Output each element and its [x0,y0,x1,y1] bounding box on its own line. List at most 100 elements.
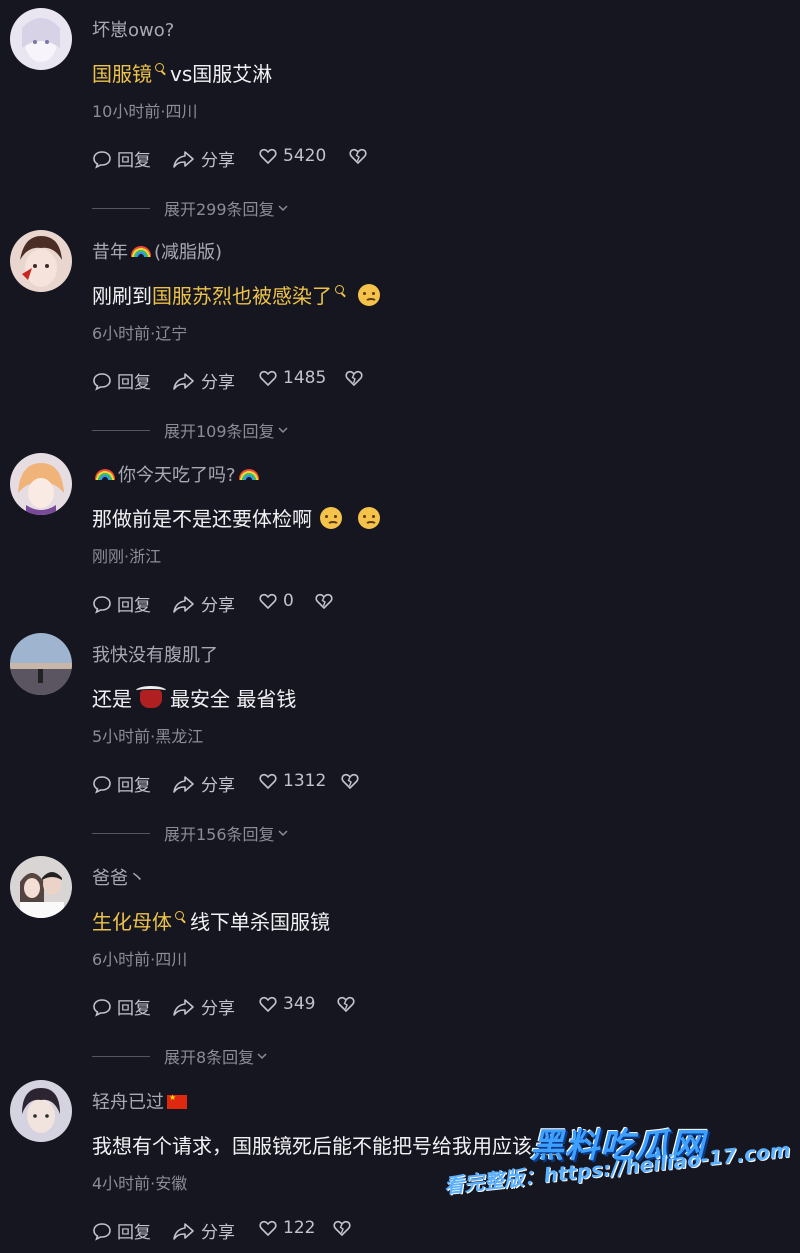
avatar[interactable] [10,1080,72,1142]
chevron-down-icon [278,427,288,434]
expand-replies-button[interactable]: 展开156条回复 [92,821,291,845]
username[interactable]: 爸爸丶 [92,864,146,890]
comment-meta: 6小时前·四川 [92,950,188,969]
comment-item: 爸爸丶 生化母体 线下单杀国服镜 6小时前·四川 回复 分享 349 展开8条回复 [0,856,800,1068]
dislike-button[interactable] [332,1218,357,1238]
reply-icon [93,372,111,391]
highlight-link[interactable]: 国服苏烈也被感染了 [152,284,332,308]
reply-button[interactable]: 回复 [92,368,151,393]
username[interactable]: 昔年 (减脂版) [92,238,222,264]
avatar[interactable] [10,856,72,918]
heart-icon [259,593,277,610]
divider [92,832,150,834]
reply-icon [93,150,111,169]
heart-icon [259,1220,277,1237]
expand-replies-button[interactable]: 展开299条回复 [92,196,291,220]
comment-text: 还是 最安全 最省钱 [92,686,297,711]
share-button[interactable]: 分享 [172,146,235,171]
divider [92,429,150,431]
heart-icon [259,370,277,387]
like-button[interactable]: 5420 [258,146,326,166]
like-button[interactable]: 1485 [258,368,326,388]
comment-meta: 6小时前·辽宁 [92,324,188,343]
heart-icon [259,148,277,165]
bull-emoji-icon [136,686,166,708]
share-icon [173,775,194,793]
watermark: 黑料吃瓜网 看完整版：https://heiliao-17.com [440,1110,800,1250]
dislike-button[interactable] [336,994,361,1014]
comment-meta: 10小时前·四川 [92,102,198,121]
emoji-icon [320,507,342,529]
like-button[interactable]: 1312 [258,771,326,791]
comment-meta: 5小时前·黑龙江 [92,727,204,746]
username[interactable]: 轻舟已过 [92,1088,187,1114]
share-button[interactable]: 分享 [172,994,235,1019]
broken-heart-icon [315,593,333,610]
chevron-down-icon [278,205,288,212]
like-button[interactable]: 0 [258,591,294,611]
rainbow-icon [238,469,259,480]
share-button[interactable]: 分享 [172,1218,235,1243]
emoji-icon [358,507,380,529]
reply-icon [93,1222,111,1241]
share-icon [173,998,194,1016]
comment-meta: 4小时前·安徽 [92,1174,188,1193]
reply-button[interactable]: 回复 [92,146,151,171]
like-button[interactable]: 122 [258,1218,315,1238]
expand-replies-button[interactable]: 展开8条回复 [92,1044,270,1068]
share-icon [173,595,194,613]
divider [92,1055,150,1057]
expand-replies-button[interactable]: 展开109条回复 [92,418,291,442]
comment-meta: 刚刚·浙江 [92,547,162,566]
search-icon[interactable] [175,911,184,920]
like-count: 1312 [283,771,327,791]
like-button[interactable]: 349 [258,994,315,1014]
broken-heart-icon [341,773,359,790]
reply-button[interactable]: 回复 [92,771,151,796]
dislike-button[interactable] [348,146,373,166]
username[interactable]: 坏崽owo? [92,16,174,42]
chevron-down-icon [257,1053,267,1060]
broken-heart-icon [333,1220,351,1237]
comment-text: 国服镜 vs国服艾淋 [92,62,273,86]
avatar[interactable] [10,230,72,292]
comment-text: 那做前是不是还要体检啊 [92,503,380,532]
share-button[interactable]: 分享 [172,591,235,616]
share-icon [173,372,194,390]
broken-heart-icon [345,370,363,387]
dislike-button[interactable] [314,591,339,611]
rainbow-icon [131,246,151,257]
heart-icon [259,996,277,1013]
comment-text: 刚刷到国服苏烈也被感染了 [92,280,380,309]
broken-heart-icon [349,148,367,165]
username[interactable]: 你今天吃了吗? [92,461,262,487]
share-button[interactable]: 分享 [172,368,235,393]
avatar[interactable] [10,8,72,70]
dislike-button[interactable] [340,771,365,791]
share-button[interactable]: 分享 [172,771,235,796]
share-icon [173,1222,194,1240]
avatar[interactable] [10,453,72,515]
reply-button[interactable]: 回复 [92,591,151,616]
highlight-link[interactable]: 国服镜 [92,62,152,86]
search-icon[interactable] [335,285,344,294]
like-count: 0 [283,591,294,611]
highlight-link[interactable]: 生化母体 [92,910,172,934]
reply-button[interactable]: 回复 [92,1218,151,1243]
china-flag-icon [167,1093,187,1109]
search-icon[interactable] [155,63,164,72]
comment-item: 昔年 (减脂版) 刚刷到国服苏烈也被感染了 6小时前·辽宁 回复 分享 1485 … [0,230,800,442]
username[interactable]: 我快没有腹肌了 [92,641,218,667]
dislike-button[interactable] [344,368,369,388]
chevron-down-icon [278,830,288,837]
like-count: 5420 [283,146,327,166]
comment-item: 我快没有腹肌了 还是 最安全 最省钱 5小时前·黑龙江 回复 分享 1312 展开… [0,633,800,845]
like-count: 122 [283,1218,316,1238]
comment-text: 生化母体 线下单杀国服镜 [92,910,330,934]
comment-item: 坏崽owo? 国服镜 vs国服艾淋 10小时前·四川 回复 分享 5420 展开2… [0,8,800,220]
reply-icon [93,775,111,794]
reply-button[interactable]: 回复 [92,994,151,1019]
rainbow-icon [95,469,115,480]
heart-icon [259,773,277,790]
avatar[interactable] [10,633,72,695]
